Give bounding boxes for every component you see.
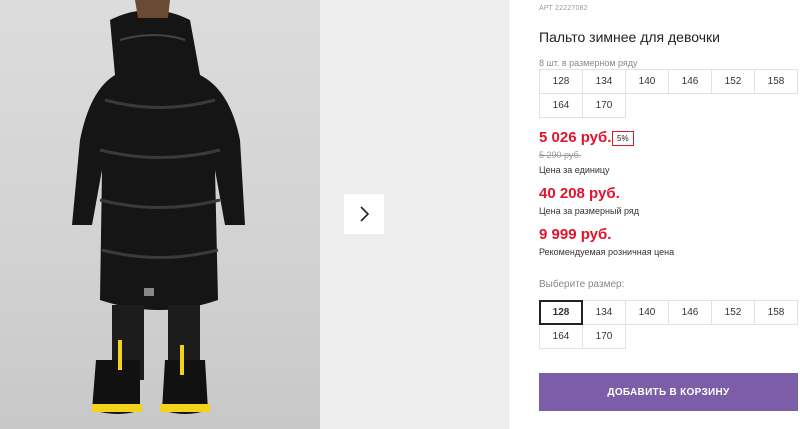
size-option-170[interactable]: 170 xyxy=(582,324,626,349)
row-price-label: Цена за размерный ряд xyxy=(539,206,640,216)
old-price: 5 290 руб. xyxy=(539,150,582,160)
row-size-170: 170 xyxy=(582,93,626,118)
retail-price: 9 999 руб. xyxy=(539,226,612,243)
product-info-panel: АРТ 22227082 Пальто зимнее для девочки 8… xyxy=(508,0,800,429)
chevron-right-icon xyxy=(360,206,370,222)
product-title: Пальто зимнее для девочки xyxy=(539,29,720,45)
size-option-158[interactable]: 158 xyxy=(754,300,798,325)
row-size-164: 164 xyxy=(539,93,583,118)
choose-size-label: Выберите размер: xyxy=(539,279,625,290)
size-option-128[interactable]: 128 xyxy=(539,300,583,325)
discount-badge: 5% xyxy=(612,131,634,146)
size-option-152[interactable]: 152 xyxy=(711,300,755,325)
row-size-146: 146 xyxy=(668,69,712,94)
next-image-button[interactable] xyxy=(344,194,384,234)
retail-price-label: Рекомендуемая розничная цена xyxy=(539,247,675,257)
size-picker: 128 134 140 146 152 158 164 170 xyxy=(539,300,798,349)
row-size-152: 152 xyxy=(711,69,755,94)
row-size-info: 8 шт. в размерном ряду xyxy=(539,58,638,68)
size-option-146[interactable]: 146 xyxy=(668,300,712,325)
row-sizes-grid: 128 134 140 146 152 158 164 170 xyxy=(539,69,798,118)
add-to-cart-button[interactable]: ДОБАВИТЬ В КОРЗИНУ xyxy=(539,373,798,411)
row-size-134: 134 xyxy=(582,69,626,94)
row-size-158: 158 xyxy=(754,69,798,94)
product-gallery xyxy=(0,0,508,429)
unit-price: 5 026 руб. xyxy=(539,129,612,146)
size-option-134[interactable]: 134 xyxy=(582,300,626,325)
row-size-128: 128 xyxy=(539,69,583,94)
size-option-164[interactable]: 164 xyxy=(539,324,583,349)
product-photo[interactable] xyxy=(0,0,320,429)
size-option-140[interactable]: 140 xyxy=(625,300,669,325)
article-number: АРТ 22227082 xyxy=(539,5,588,12)
coat-illustration xyxy=(72,0,245,414)
row-size-140: 140 xyxy=(625,69,669,94)
unit-price-label: Цена за единицу xyxy=(539,165,610,175)
row-price: 40 208 руб. xyxy=(539,185,620,202)
